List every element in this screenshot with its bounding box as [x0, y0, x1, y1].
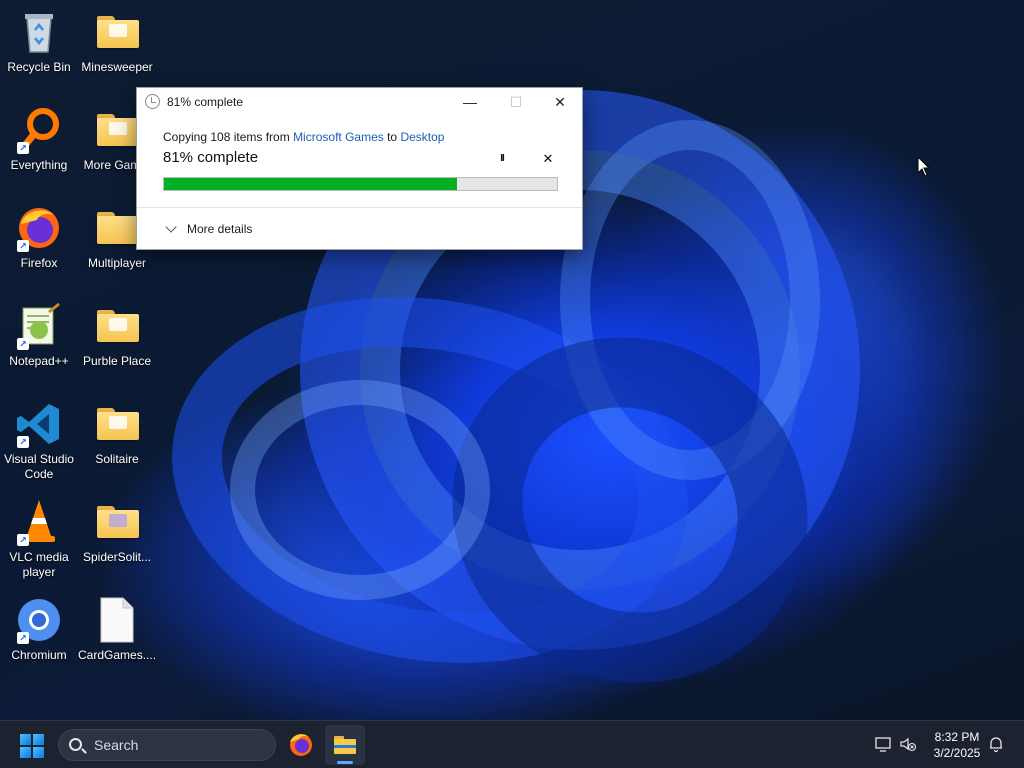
desktop-icon-notepadpp[interactable]: ↗ Notepad++ [0, 302, 78, 369]
search-placeholder: Search [94, 737, 139, 753]
source-link[interactable]: Microsoft Games [293, 130, 384, 144]
shortcut-arrow-icon: ↗ [17, 632, 29, 644]
more-details-label: More details [187, 222, 253, 236]
volume-muted-icon[interactable] [898, 735, 918, 755]
taskbar-firefox[interactable] [281, 725, 321, 765]
desktop-icon-vscode[interactable]: ↗ Visual Studio Code [0, 400, 78, 482]
folder-icon [93, 8, 141, 56]
vscode-icon: ↗ [15, 400, 63, 448]
desktop-icon-label: Solitaire [95, 452, 139, 466]
windows-logo-icon [20, 734, 31, 745]
desktop-icon-label: Purble Place [82, 354, 152, 368]
copy-mid-text: to [383, 130, 401, 144]
desktop-icon-label: Minesweeper [81, 60, 153, 74]
desktop-icon-label: Firefox [20, 256, 58, 270]
desktop-icon-everything[interactable]: ↗ Everything [0, 106, 78, 173]
progress-fill [164, 178, 457, 190]
desktop-icon-minesweeper[interactable]: Minesweeper [78, 8, 156, 75]
maximize-button: ☐ [509, 93, 523, 110]
copy-description: Copying 108 items from Microsoft Games t… [163, 130, 444, 144]
folder-icon [93, 498, 141, 546]
start-button[interactable] [20, 734, 44, 758]
shortcut-arrow-icon: ↗ [17, 534, 29, 546]
close-button[interactable]: ✕ [537, 88, 583, 116]
clock-time: 8:32 PM [934, 730, 980, 744]
file-icon [93, 596, 141, 644]
desktop-icon-label: Multiplayer [87, 256, 147, 270]
pause-button[interactable]: II [491, 150, 513, 168]
folder-icon [93, 400, 141, 448]
folder-icon [93, 106, 141, 154]
notification-bell-icon[interactable] [986, 735, 1006, 755]
copy-progress-dialog: 81% complete — ☐ ✕ Copying 108 items fro… [136, 87, 583, 250]
shortcut-arrow-icon: ↗ [17, 436, 29, 448]
destination-link[interactable]: Desktop [400, 130, 444, 144]
search-icon [69, 738, 82, 751]
desktop-icon-cardgames[interactable]: CardGames.... [78, 596, 156, 663]
clock-date: 3/2/2025 [933, 746, 981, 760]
desktop-icon-label: Notepad++ [9, 354, 69, 368]
desktop-icon-label: VLC media player [9, 550, 69, 579]
folder-icon [93, 302, 141, 350]
chromium-icon: ↗ [15, 596, 63, 644]
desktop-icon-chromium[interactable]: ↗ Chromium [0, 596, 78, 663]
taskbar: Search 8:32 PM 3/2/2025 [0, 720, 1024, 768]
shortcut-arrow-icon: ↗ [17, 338, 29, 350]
network-icon[interactable] [873, 735, 893, 755]
dialog-title: 81% complete [167, 95, 244, 109]
desktop-icon-label: Visual Studio Code [4, 452, 74, 481]
desktop-icon-vlc[interactable]: ↗ VLC media player [0, 498, 78, 580]
folder-icon [93, 204, 141, 252]
chevron-down-icon [165, 221, 177, 233]
everything-search-icon: ↗ [15, 106, 63, 154]
more-details-toggle[interactable]: More details [165, 221, 253, 236]
dialog-titlebar[interactable]: 81% complete — ☐ ✕ [137, 88, 582, 116]
firefox-icon [290, 734, 312, 756]
taskbar-clock[interactable]: 8:32 PM 3/2/2025 [925, 729, 989, 761]
desktop-icon-spider-solitaire[interactable]: SpiderSolit... [78, 498, 156, 565]
copy-prefix-text: Copying 108 items from [163, 130, 294, 144]
desktop-icon-label: CardGames.... [78, 648, 157, 662]
taskbar-file-explorer[interactable] [325, 725, 365, 765]
desktop-icon-solitaire[interactable]: Solitaire [78, 400, 156, 467]
shortcut-arrow-icon: ↗ [17, 240, 29, 252]
desktop-icon-label: Chromium [11, 648, 67, 662]
desktop-icon-label: Everything [10, 158, 68, 172]
desktop-icon-recycle-bin[interactable]: Recycle Bin [0, 8, 78, 75]
desktop-icon-label: Recycle Bin [7, 60, 71, 74]
desktop-icon-firefox[interactable]: ↗ Firefox [0, 204, 78, 271]
stop-button[interactable]: ✕ [537, 150, 559, 168]
copy-progress-bar [163, 177, 558, 191]
divider [137, 207, 582, 208]
desktop-icon-label: SpiderSolit... [82, 550, 152, 564]
percent-complete-text: 81% complete [163, 149, 259, 166]
shortcut-arrow-icon: ↗ [17, 142, 29, 154]
recycle-bin-icon [15, 8, 63, 56]
minimize-button[interactable]: — [447, 88, 493, 116]
firefox-icon: ↗ [15, 204, 63, 252]
clock-icon [145, 94, 160, 109]
mouse-cursor-icon [917, 155, 931, 183]
file-explorer-icon [334, 736, 356, 754]
notepadpp-icon: ↗ [15, 302, 63, 350]
desktop-icon-purble-place[interactable]: Purble Place [78, 302, 156, 369]
active-indicator [337, 761, 353, 764]
taskbar-search-box[interactable]: Search [58, 729, 276, 761]
vlc-icon: ↗ [15, 498, 63, 546]
